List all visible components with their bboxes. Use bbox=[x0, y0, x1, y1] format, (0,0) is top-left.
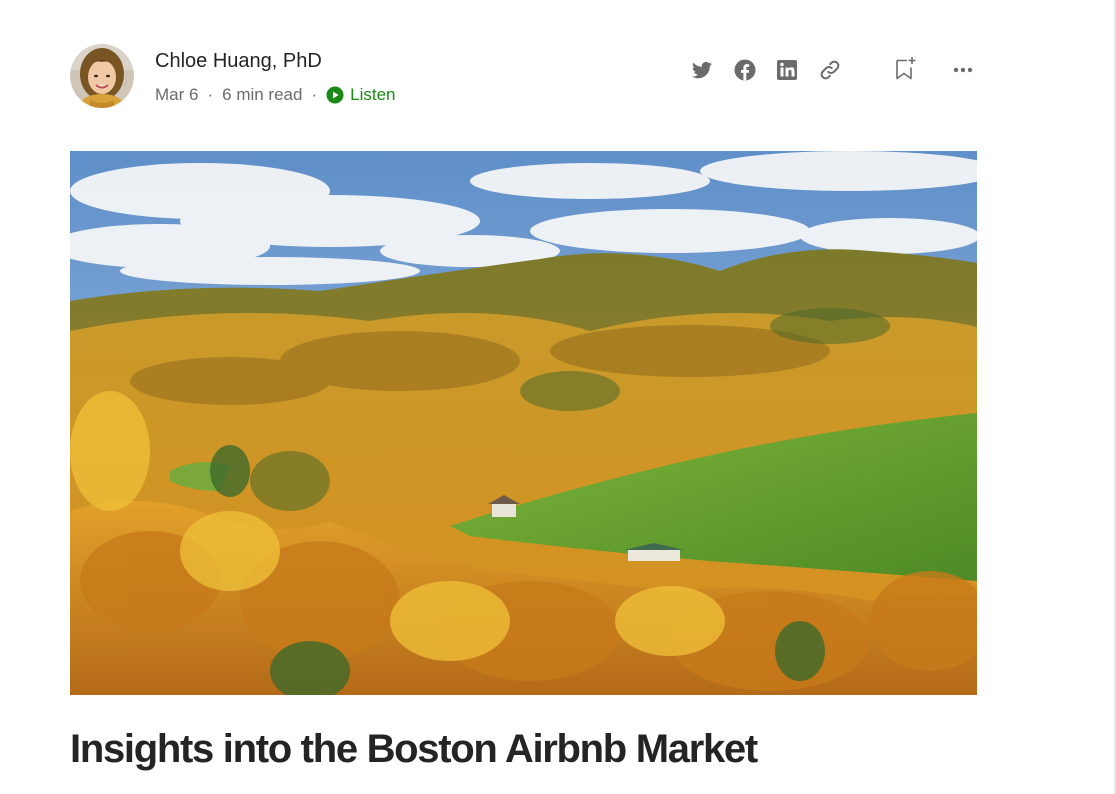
more-horizontal-icon bbox=[953, 67, 973, 73]
share-facebook-button[interactable] bbox=[733, 58, 757, 82]
author-avatar[interactable] bbox=[70, 44, 134, 108]
profile-photo-icon bbox=[70, 44, 134, 108]
author-header: Chloe Huang, PhD Mar 6 · 6 min read · Li… bbox=[70, 44, 977, 110]
listen-button[interactable]: Listen bbox=[326, 85, 396, 105]
link-icon bbox=[820, 60, 840, 80]
read-time: 6 min read bbox=[222, 85, 303, 104]
publish-date: Mar 6 bbox=[155, 85, 199, 104]
listen-label: Listen bbox=[350, 85, 396, 104]
article-title: Insights into the Boston Airbnb Market bbox=[70, 727, 758, 771]
article-meta: Mar 6 · 6 min read · Listen bbox=[155, 85, 396, 105]
facebook-icon bbox=[734, 59, 756, 81]
author-name[interactable]: Chloe Huang, PhD bbox=[155, 50, 322, 72]
hero-image bbox=[70, 151, 977, 695]
play-circle-icon bbox=[326, 86, 344, 104]
bookmark-add-icon bbox=[896, 57, 916, 80]
meta-separator: · bbox=[207, 85, 214, 104]
autumn-landscape-photo-icon bbox=[70, 151, 977, 695]
more-options-button[interactable] bbox=[951, 58, 975, 82]
share-twitter-button[interactable] bbox=[690, 58, 714, 82]
twitter-icon bbox=[691, 61, 712, 79]
meta-separator: · bbox=[311, 85, 318, 104]
copy-link-button[interactable] bbox=[818, 58, 842, 82]
article-page: Chloe Huang, PhD Mar 6 · 6 min read · Li… bbox=[0, 0, 1116, 794]
linkedin-icon bbox=[777, 60, 797, 80]
share-linkedin-button[interactable] bbox=[775, 58, 799, 82]
bookmark-button[interactable] bbox=[893, 56, 919, 82]
